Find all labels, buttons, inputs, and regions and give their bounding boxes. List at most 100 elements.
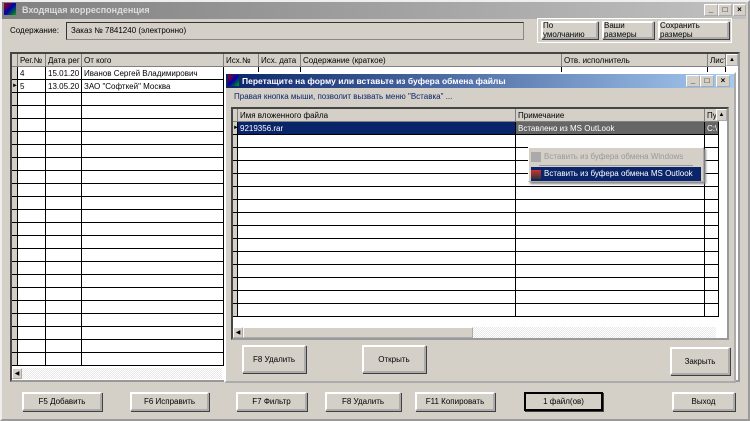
col-reg-date[interactable]: Дата рег: [46, 54, 82, 67]
files-scroll-left[interactable]: ◀: [233, 327, 243, 338]
file-cell: [705, 161, 719, 174]
table-cell: [82, 353, 224, 366]
table-cell: [46, 171, 82, 184]
file-cell: [705, 265, 719, 278]
file-row[interactable]: [233, 200, 727, 213]
table-cell: [18, 119, 46, 132]
dialog-delete-button[interactable]: F8 Удалить: [242, 345, 306, 373]
table-cell: [82, 210, 224, 223]
file-row[interactable]: [233, 252, 727, 265]
table-cell: [46, 249, 82, 262]
file-row[interactable]: [233, 278, 727, 291]
file-row[interactable]: [233, 226, 727, 239]
table-cell: [46, 353, 82, 366]
table-cell: [46, 314, 82, 327]
col-out-date[interactable]: Исх. дата: [259, 54, 301, 67]
table-cell: [18, 223, 46, 236]
your-sizes-button[interactable]: Ваши размеры: [602, 21, 654, 39]
table-cell: [82, 223, 224, 236]
content-field[interactable]: Заказ № 7841240 (электронно): [66, 22, 524, 40]
exit-button[interactable]: Выход: [672, 392, 735, 411]
main-hscrollbar[interactable]: ◀: [12, 368, 222, 379]
filter-button[interactable]: F7 Фильтр: [236, 392, 307, 411]
files-scroll-up[interactable]: ▲: [716, 109, 727, 121]
file-row[interactable]: [233, 239, 727, 252]
table-cell: [82, 197, 224, 210]
file-cell: [238, 187, 516, 200]
col-note[interactable]: Примечание: [516, 109, 705, 122]
menu-item-paste-windows[interactable]: Вставить из буфера обмена Windows: [531, 150, 701, 164]
table-cell: [82, 275, 224, 288]
menu-item-label: Вставить из буфера обмена Windows: [544, 152, 684, 161]
minimize-button[interactable]: _: [704, 4, 718, 16]
file-cell: [705, 226, 719, 239]
dialog-open-button[interactable]: Открыть: [362, 345, 426, 373]
file-cell: [238, 252, 516, 265]
table-cell: [18, 353, 46, 366]
file-cell: [238, 304, 516, 317]
col-out-no[interactable]: Исх.№: [224, 54, 259, 67]
delete-button[interactable]: F8 Удалить: [325, 392, 401, 411]
file-row[interactable]: [233, 265, 727, 278]
files-hscroll-thumb[interactable]: [243, 327, 473, 338]
file-row[interactable]: [233, 187, 727, 200]
default-size-button[interactable]: По умолчанию: [541, 21, 598, 39]
table-cell: [82, 249, 224, 262]
menu-separator: [539, 165, 693, 166]
dialog-icon: [228, 75, 239, 86]
dialog-maximize-button[interactable]: □: [700, 75, 714, 87]
table-cell: [82, 236, 224, 249]
dialog-hint: Правая кнопка мыши, позволит вызвать мен…: [234, 92, 453, 101]
files-count-button[interactable]: 1 файл(ов): [524, 392, 603, 411]
file-cell: [516, 265, 705, 278]
maximize-button[interactable]: □: [718, 4, 732, 16]
table-cell: [18, 340, 46, 353]
files-grid[interactable]: Имя вложенного файла Примечание Путь ►92…: [231, 107, 729, 340]
add-button[interactable]: F5 Добавить: [22, 392, 102, 411]
table-cell: [46, 158, 82, 171]
col-executor[interactable]: Отв. исполнитель: [562, 54, 708, 67]
close-button[interactable]: ×: [733, 4, 746, 16]
col-file-name[interactable]: Имя вложенного файла: [238, 109, 516, 122]
file-cell: [238, 226, 516, 239]
file-cell: [238, 239, 516, 252]
file-row[interactable]: [233, 213, 727, 226]
files-hscrollbar[interactable]: ◀: [233, 327, 716, 338]
col-sheet[interactable]: Лист: [708, 54, 726, 67]
file-row[interactable]: [233, 304, 727, 317]
file-cell: [516, 200, 705, 213]
file-cell: [238, 161, 516, 174]
table-cell: [46, 236, 82, 249]
scroll-up-button[interactable]: ▲: [726, 54, 738, 66]
scroll-left-button[interactable]: ◀: [12, 368, 22, 379]
content-label: Содержание:: [10, 26, 59, 35]
edit-button[interactable]: F6 Исправить: [130, 392, 209, 411]
col-reg-no[interactable]: Рег.№: [18, 54, 46, 67]
file-cell: [516, 213, 705, 226]
menu-item-paste-outlook[interactable]: Вставить из буфера обмена MS Outlook: [531, 167, 701, 181]
file-cell: [705, 200, 719, 213]
dialog-title-bar: Перетащите на форму или вставьте из буфе…: [226, 74, 734, 88]
table-cell: [18, 288, 46, 301]
file-row[interactable]: [233, 291, 727, 304]
table-cell: Иванов Сергей Владимирович: [82, 67, 224, 80]
table-cell: [18, 210, 46, 223]
table-cell: [46, 119, 82, 132]
col-from[interactable]: От кого: [82, 54, 224, 67]
dialog-close-text-button[interactable]: Закрыть: [670, 347, 730, 375]
copy-button[interactable]: F11 Копировать: [415, 392, 495, 411]
table-cell: [46, 93, 82, 106]
table-cell: [18, 262, 46, 275]
app-icon: [4, 3, 16, 15]
file-cell: 9219356.rar: [238, 122, 516, 135]
file-cell: [516, 278, 705, 291]
file-cell: [705, 213, 719, 226]
table-cell: [18, 249, 46, 262]
dialog-minimize-button[interactable]: _: [686, 75, 700, 87]
save-sizes-button[interactable]: Сохранить размеры: [658, 21, 729, 39]
col-summary[interactable]: Содержание (краткое): [301, 54, 562, 67]
file-cell: C:\: [705, 122, 719, 135]
dialog-title: Перетащите на форму или вставьте из буфе…: [242, 76, 506, 86]
dialog-close-button[interactable]: ×: [716, 75, 730, 87]
file-row[interactable]: ►9219356.rarВставлено из MS OutLookC:\: [233, 122, 727, 135]
